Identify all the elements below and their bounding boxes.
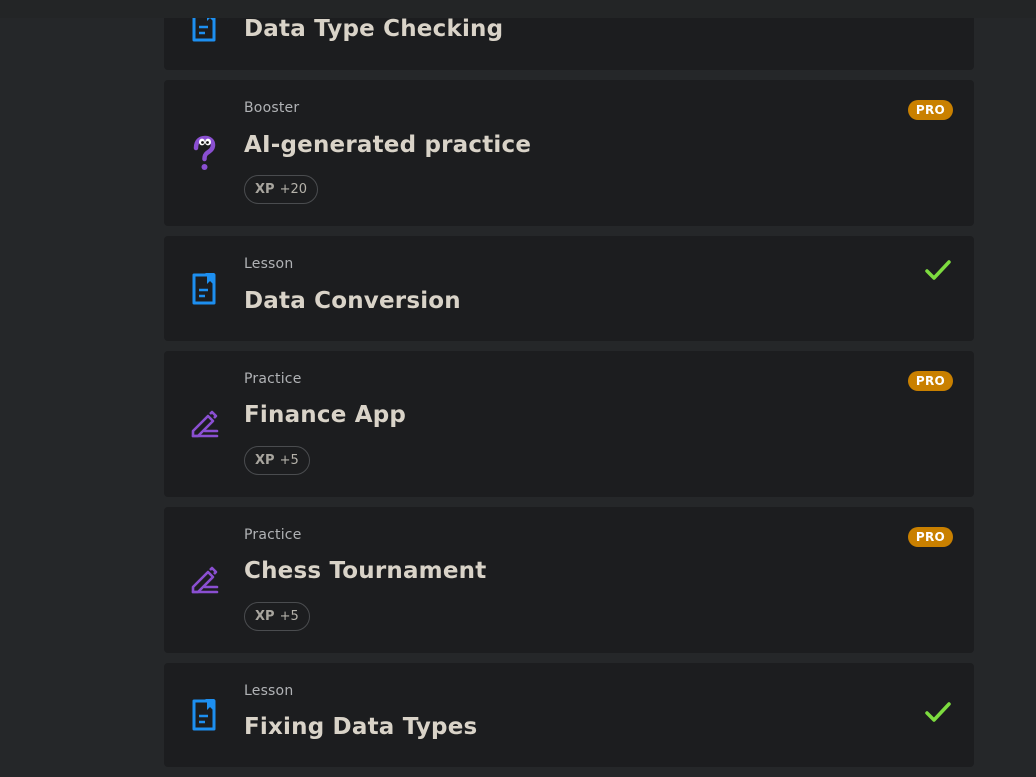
xp-label: XP bbox=[255, 182, 275, 197]
list-item[interactable]: Practice Chess Tournament XP +5 PRO bbox=[164, 507, 974, 653]
pro-badge: PRO bbox=[907, 100, 953, 120]
xp-pill: XP +5 bbox=[244, 446, 310, 475]
xp-value: +5 bbox=[279, 453, 299, 468]
checkmark-icon bbox=[925, 702, 951, 722]
item-type: Practice bbox=[244, 527, 302, 543]
lesson-icon bbox=[188, 269, 220, 309]
pencil-icon bbox=[188, 404, 220, 444]
xp-label: XP bbox=[255, 453, 275, 468]
list-item[interactable]: Lesson Data Conversion bbox=[164, 236, 974, 341]
item-title: AI-generated practice bbox=[244, 132, 532, 158]
checkmark-icon bbox=[925, 260, 951, 280]
item-type: Lesson bbox=[244, 683, 294, 699]
item-type: Booster bbox=[244, 100, 300, 116]
list-item[interactable]: Practice Finance App XP +5 PRO bbox=[164, 351, 974, 497]
item-title: Data Type Checking bbox=[244, 16, 504, 42]
lesson-icon bbox=[188, 695, 220, 735]
item-title: Finance App bbox=[244, 402, 407, 428]
xp-label: XP bbox=[255, 609, 275, 624]
xp-value: +20 bbox=[279, 182, 307, 197]
xp-value: +5 bbox=[279, 609, 299, 624]
item-type: Lesson bbox=[244, 256, 294, 272]
top-bar bbox=[0, 0, 1036, 18]
list-item[interactable]: Lesson Fixing Data Types bbox=[164, 663, 974, 767]
xp-pill: XP +5 bbox=[244, 602, 310, 631]
pro-badge: PRO bbox=[907, 527, 953, 547]
pro-badge: PRO bbox=[907, 371, 953, 391]
pencil-icon bbox=[188, 560, 220, 600]
item-title: Fixing Data Types bbox=[244, 714, 478, 740]
item-type: Practice bbox=[244, 371, 302, 387]
list-item[interactable]: Booster AI-generated practice XP +20 PRO bbox=[164, 80, 974, 226]
xp-pill: XP +20 bbox=[244, 175, 318, 204]
item-title: Data Conversion bbox=[244, 288, 461, 314]
question-mark-icon bbox=[188, 134, 220, 174]
item-title: Chess Tournament bbox=[244, 558, 487, 584]
